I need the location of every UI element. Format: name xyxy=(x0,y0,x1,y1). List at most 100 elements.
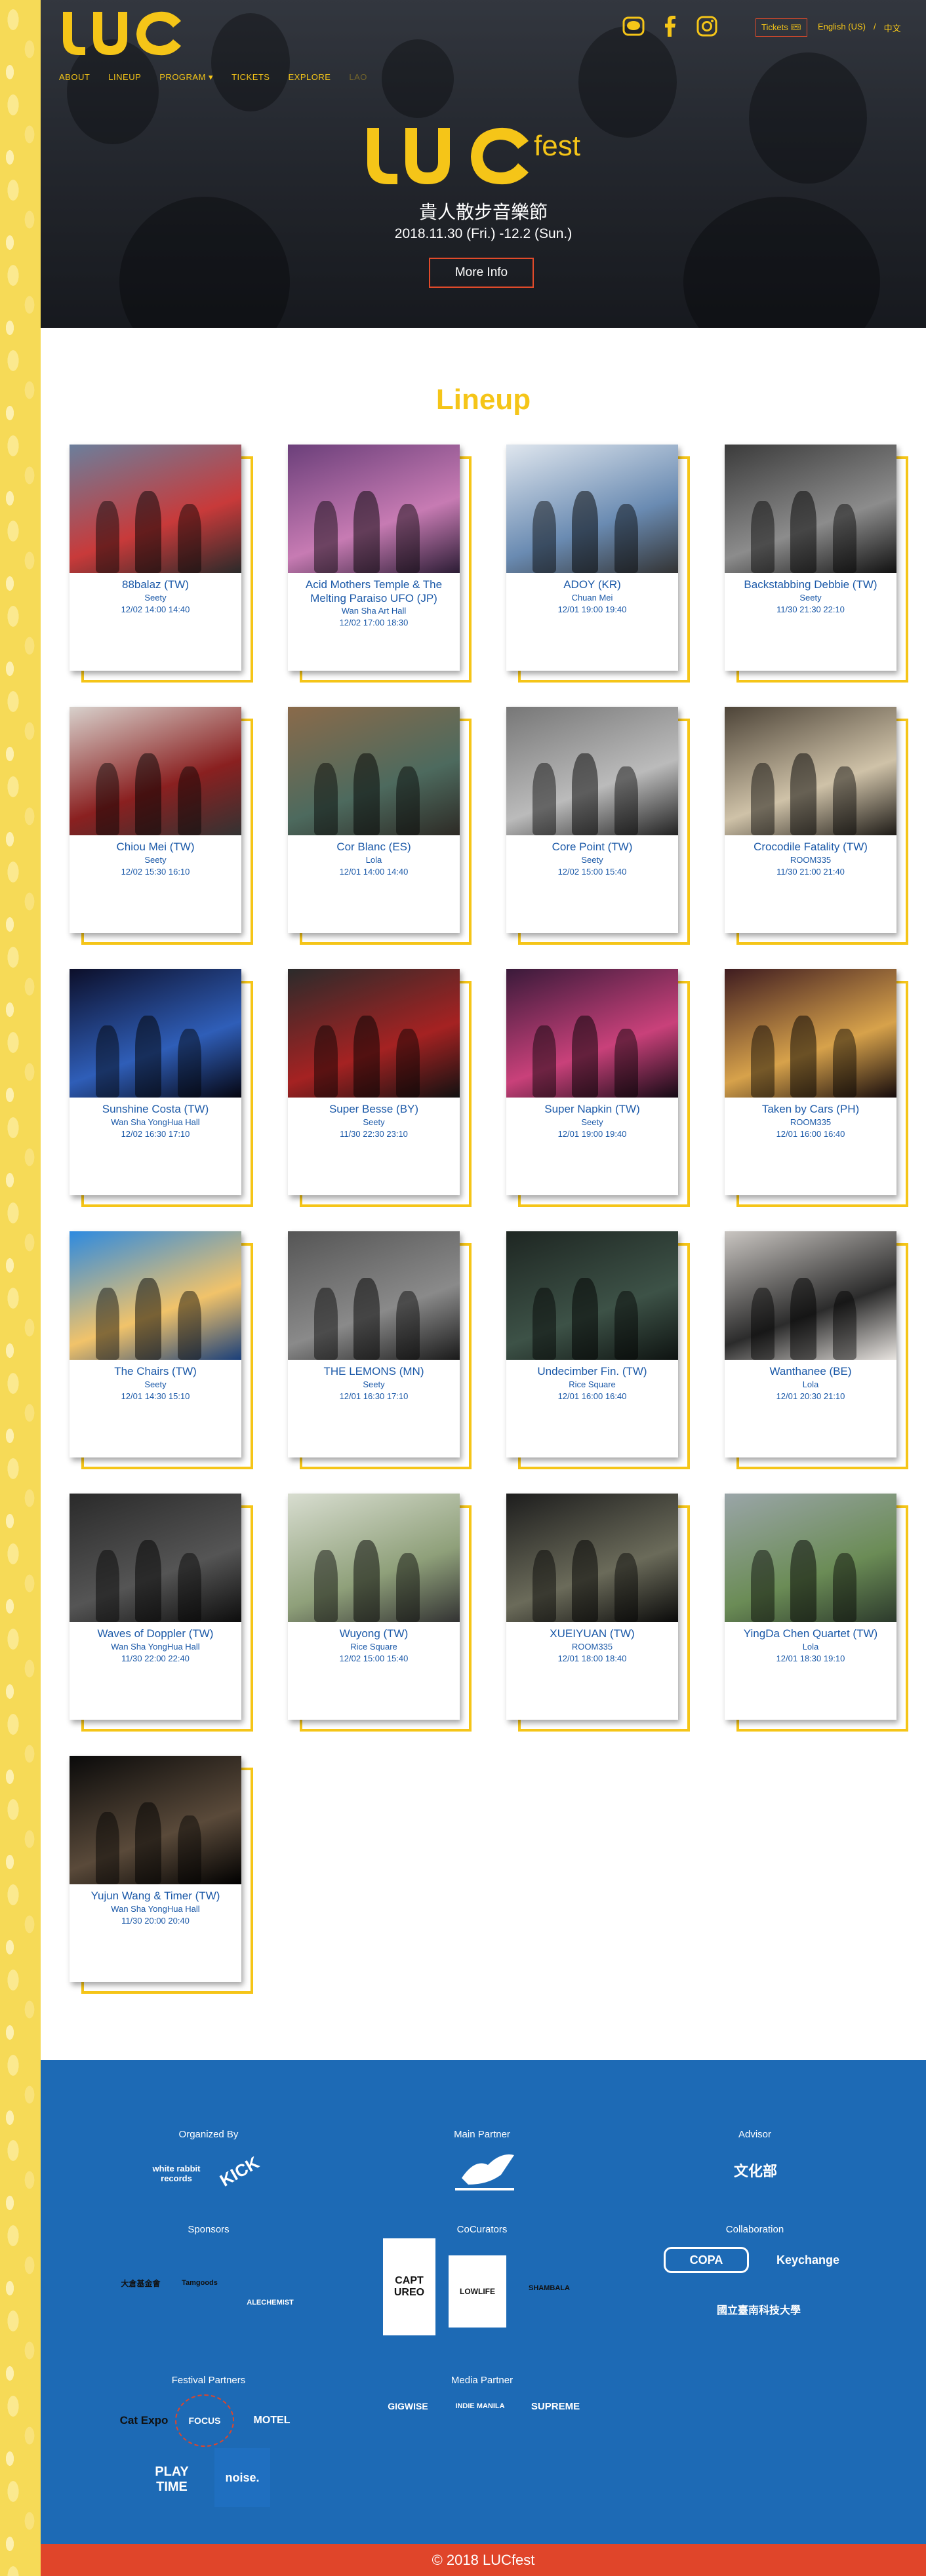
artist-photo[interactable] xyxy=(70,707,241,835)
nav-explore[interactable]: EXPLORE xyxy=(288,72,331,83)
instagram-icon[interactable] xyxy=(695,14,719,38)
artist-card[interactable]: Undecimber Fin. (TW) Rice Square 12/01 16:… xyxy=(506,1231,690,1469)
nav-lao[interactable]: LAO xyxy=(349,72,367,83)
luc-logo[interactable] xyxy=(56,5,188,58)
artist-photo[interactable] xyxy=(288,445,460,573)
festival-logo-playtime[interactable]: PLAY TIME xyxy=(142,2453,201,2506)
artist-name[interactable]: Yujun Wang & Timer (TW) xyxy=(70,1889,241,1903)
nav-about[interactable]: ABOUT xyxy=(59,72,90,83)
artist-name[interactable]: Cor Blanc (ES) xyxy=(288,840,460,854)
artist-name[interactable]: Super Besse (BY) xyxy=(288,1102,460,1116)
artist-card[interactable]: THE LEMONS (MN) Seety 12/01 16:30 17:10 xyxy=(288,1231,472,1469)
artist-card[interactable]: Super Besse (BY) Seety 11/30 22:30 23:10 xyxy=(288,969,472,1207)
festival-logo-cat-expo[interactable]: Cat Expo xyxy=(116,2394,172,2447)
artist-photo[interactable] xyxy=(506,445,678,573)
card-body: Cor Blanc (ES) Lola 12/01 14:00 14:40 xyxy=(288,707,460,933)
artist-photo[interactable] xyxy=(725,1494,896,1622)
artist-card[interactable]: Backstabbing Debbie (TW) Seety 11/30 21:30… xyxy=(725,445,908,683)
artist-card[interactable]: Cor Blanc (ES) Lola 12/01 14:00 14:40 xyxy=(288,707,472,945)
collab-logo-copa[interactable]: COPA xyxy=(664,2247,749,2273)
facebook-icon[interactable] xyxy=(658,14,682,38)
artist-name[interactable]: Super Napkin (TW) xyxy=(506,1102,678,1116)
artist-card[interactable]: The Chairs (TW) Seety 12/01 14:30 15:10 xyxy=(70,1231,253,1469)
artist-card[interactable]: XUEIYUAN (TW) ROOM335 12/01 18:00 18:40 xyxy=(506,1494,690,1732)
artist-card[interactable]: YingDa Chen Quartet (TW) Lola 12/01 18:30 … xyxy=(725,1494,908,1732)
artist-name[interactable]: Chiou Mei (TW) xyxy=(70,840,241,854)
artist-card[interactable]: 88balaz (TW) Seety 12/02 14:00 14:40 xyxy=(70,445,253,683)
artist-photo[interactable] xyxy=(70,1231,241,1360)
festival-logo-focus[interactable]: FOCUS xyxy=(175,2394,234,2447)
artist-card[interactable]: Wuyong (TW) Rice Square 12/02 15:00 15:40 xyxy=(288,1494,472,1732)
sponsor-logo-white-rabbit[interactable]: white rabbit records xyxy=(140,2150,212,2196)
cocurator-logo-lowlife[interactable]: LOWLIFE xyxy=(449,2255,506,2328)
cocurator-logo-captureo[interactable]: CAPT UREO xyxy=(383,2238,435,2335)
sponsor-logo-tamgoods[interactable]: Tamgoods xyxy=(172,2250,228,2316)
collab-logo-keychange[interactable]: Keychange xyxy=(762,2244,854,2276)
artist-card[interactable]: Crocodile Fatality (TW) ROOM335 11/30 21:0… xyxy=(725,707,908,945)
artist-card[interactable]: ADOY (KR) Chuan Mei 12/01 19:00 19:40 xyxy=(506,445,690,683)
artist-photo[interactable] xyxy=(288,1494,460,1622)
main-partner-logo[interactable] xyxy=(449,2145,521,2198)
lang-chinese[interactable]: 中文 xyxy=(884,22,901,34)
artist-photo[interactable] xyxy=(70,445,241,573)
artist-card[interactable]: Waves of Doppler (TW) Wan Sha YongHua Hal… xyxy=(70,1494,253,1732)
artist-name[interactable]: Core Point (TW) xyxy=(506,840,678,854)
artist-photo[interactable] xyxy=(725,969,896,1098)
artist-name[interactable]: Crocodile Fatality (TW) xyxy=(725,840,896,854)
artist-photo[interactable] xyxy=(725,707,896,835)
artist-name[interactable]: ADOY (KR) xyxy=(506,578,678,591)
lang-english[interactable]: English (US) xyxy=(818,22,866,34)
artist-name[interactable]: Taken by Cars (PH) xyxy=(725,1102,896,1116)
artist-photo[interactable] xyxy=(288,707,460,835)
artist-name[interactable]: Waves of Doppler (TW) xyxy=(70,1627,241,1640)
tickets-button[interactable]: Tickets 🎟 xyxy=(755,18,807,37)
artist-card[interactable]: Sunshine Costa (TW) Wan Sha YongHua Hall 1… xyxy=(70,969,253,1207)
sponsor-logo-dacang[interactable]: 大倉基金會 xyxy=(113,2250,169,2316)
artist-card[interactable]: Yujun Wang & Timer (TW) Wan Sha YongHua H… xyxy=(70,1756,253,1994)
artist-card[interactable]: Acid Mothers Temple & The Melting Parais… xyxy=(288,445,472,683)
nav-program[interactable]: PROGRAM ▾ xyxy=(159,72,213,83)
artist-name[interactable]: 88balaz (TW) xyxy=(70,578,241,591)
artist-photo[interactable] xyxy=(506,707,678,835)
artist-photo[interactable] xyxy=(288,1231,460,1360)
media-logo-supreme[interactable]: SUPREME xyxy=(523,2393,588,2419)
artist-name[interactable]: Wuyong (TW) xyxy=(288,1627,460,1640)
collab-logo-university[interactable]: 國立臺南科技大學 xyxy=(696,2283,821,2335)
artist-photo[interactable] xyxy=(725,1231,896,1360)
artist-photo[interactable] xyxy=(70,1494,241,1622)
artist-name[interactable]: Wanthanee (BE) xyxy=(725,1364,896,1378)
artist-card[interactable]: Chiou Mei (TW) Seety 12/02 15:30 16:10 xyxy=(70,707,253,945)
artist-photo[interactable] xyxy=(725,445,896,573)
artist-name[interactable]: Undecimber Fin. (TW) xyxy=(506,1364,678,1378)
artist-photo[interactable] xyxy=(506,1231,678,1360)
artist-card[interactable]: Core Point (TW) Seety 12/02 15:00 15:40 xyxy=(506,707,690,945)
artist-name[interactable]: THE LEMONS (MN) xyxy=(288,1364,460,1378)
artist-photo[interactable] xyxy=(70,969,241,1098)
media-logo-indie-manila[interactable]: INDIE MANILA xyxy=(447,2393,513,2419)
artist-card[interactable]: Super Napkin (TW) Seety 12/01 19:00 19:40 xyxy=(506,969,690,1207)
artist-photo[interactable] xyxy=(506,1494,678,1622)
line-icon[interactable] xyxy=(622,14,645,38)
nav-tickets[interactable]: TICKETS xyxy=(232,72,270,83)
artist-photo[interactable] xyxy=(288,969,460,1098)
artist-name[interactable]: Sunshine Costa (TW) xyxy=(70,1102,241,1116)
artist-name[interactable]: Backstabbing Debbie (TW) xyxy=(725,578,896,591)
sponsor-logo-kick[interactable]: KICK xyxy=(199,2131,280,2212)
artist-name[interactable]: YingDa Chen Quartet (TW) xyxy=(725,1627,896,1640)
advisor-logo[interactable]: 文化部 xyxy=(703,2152,808,2188)
cocurator-logo-shambala[interactable]: SHAMBALA xyxy=(518,2257,580,2319)
artist-name[interactable]: The Chairs (TW) xyxy=(70,1364,241,1378)
artist-photo[interactable] xyxy=(506,969,678,1098)
nav-lineup[interactable]: LINEUP xyxy=(108,72,141,83)
more-info-button[interactable]: More Info xyxy=(429,258,534,288)
artist-name[interactable]: XUEIYUAN (TW) xyxy=(506,1627,678,1640)
artist-time: 12/01 16:30 17:10 xyxy=(339,1391,409,1401)
festival-logo-motel[interactable]: MOTEL xyxy=(241,2401,303,2440)
artist-name[interactable]: Acid Mothers Temple & The Melting Parais… xyxy=(288,578,460,605)
festival-logo-noise[interactable]: noise. xyxy=(214,2448,270,2507)
artist-card[interactable]: Taken by Cars (PH) ROOM335 12/01 16:00 16:… xyxy=(725,969,908,1207)
artist-photo[interactable] xyxy=(70,1756,241,1884)
artist-card[interactable]: Wanthanee (BE) Lola 12/01 20:30 21:10 xyxy=(725,1231,908,1469)
media-logo-gigwise[interactable]: GIGWISE xyxy=(375,2393,441,2419)
sponsor-logo-alechemist[interactable]: ALECHEMIST xyxy=(234,2276,306,2329)
